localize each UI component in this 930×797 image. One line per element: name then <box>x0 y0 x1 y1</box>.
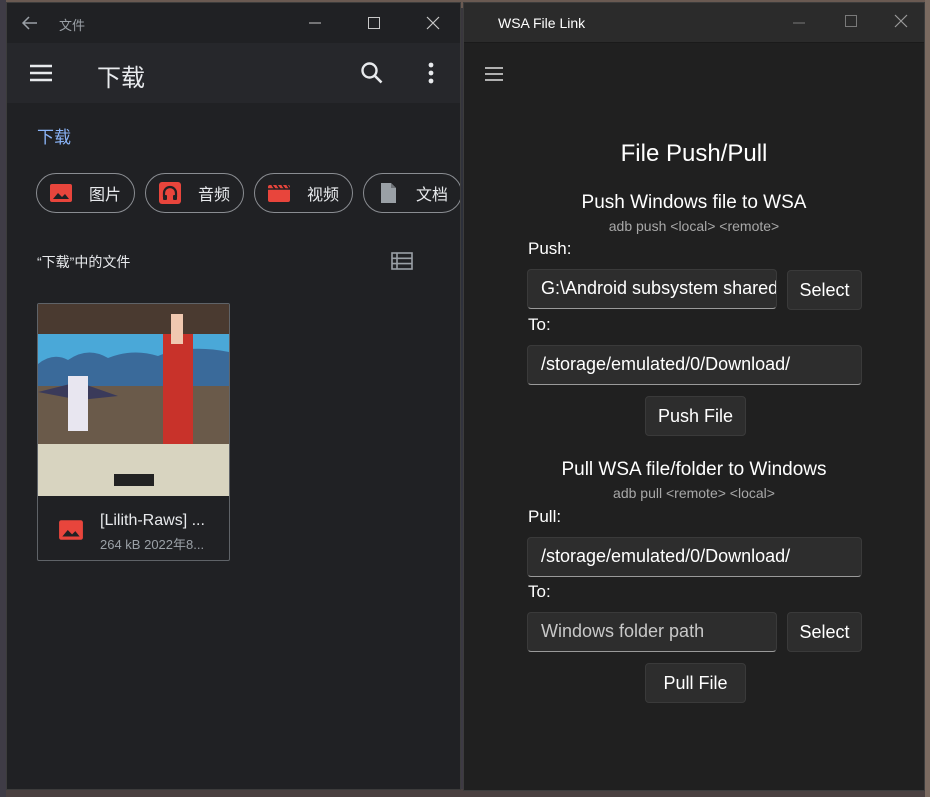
hamburger-menu-icon[interactable] <box>27 60 55 86</box>
pull-select-button[interactable]: Select <box>787 612 862 652</box>
push-select-button[interactable]: Select <box>787 270 862 310</box>
push-to-label: To: <box>528 315 551 334</box>
push-file-button[interactable]: Push File <box>645 396 746 436</box>
push-label: Push: <box>528 239 572 258</box>
headphones-icon <box>158 181 182 205</box>
pull-file-button[interactable]: Pull File <box>645 663 746 703</box>
image-icon <box>58 517 84 543</box>
chip-label: 视频 <box>307 187 340 204</box>
image-icon <box>49 181 73 205</box>
files-window: 文件 下载 下载 图片 音频 视频 文档 “下载”中的文件 [Lilith-Ra… <box>6 2 461 790</box>
file-card[interactable]: [Lilith-Raws] ... 264 kB 2022年8... <box>37 303 230 561</box>
chip-label: 音频 <box>198 187 231 204</box>
push-command-hint: adb push <local> <remote> <box>608 218 780 234</box>
window-title: 文件 <box>59 18 86 33</box>
pull-label: Pull: <box>528 507 562 526</box>
chip-label: 文档 <box>416 187 449 204</box>
section-label: “下载”中的文件 <box>37 254 131 270</box>
maximize-icon[interactable] <box>364 13 384 33</box>
breadcrumb[interactable]: 下载 <box>37 123 71 148</box>
more-vert-icon[interactable] <box>421 60 441 86</box>
hamburger-menu-icon[interactable] <box>484 65 504 83</box>
chip-images[interactable]: 图片 <box>36 173 135 213</box>
page-title: 下载 <box>97 65 145 92</box>
chip-label: 图片 <box>89 187 122 204</box>
close-icon[interactable] <box>891 11 911 31</box>
push-section-title: Push Windows file to WSA <box>581 192 807 213</box>
wsa-window: WSA File Link File Push/Pull Push Window… <box>463 2 925 791</box>
minimize-icon[interactable] <box>305 13 325 33</box>
files-appbar: 下载 <box>7 43 460 103</box>
push-local-input[interactable]: G:\Android subsystem shared <box>527 269 777 309</box>
search-icon[interactable] <box>359 60 385 86</box>
filter-chips: 图片 音频 视频 文档 <box>36 173 460 213</box>
wsa-titlebar: WSA File Link <box>464 3 924 43</box>
pull-section-title: Pull WSA file/folder to Windows <box>561 459 827 480</box>
file-name: [Lilith-Raws] ... <box>100 512 205 529</box>
close-icon[interactable] <box>423 13 443 33</box>
document-icon <box>376 181 400 205</box>
chip-documents[interactable]: 文档 <box>363 173 460 213</box>
file-thumbnail <box>38 304 229 496</box>
arrow-back-icon[interactable] <box>19 12 41 34</box>
push-remote-input[interactable]: /storage/emulated/0/Download/ <box>527 345 862 385</box>
minimize-icon[interactable] <box>789 13 809 33</box>
list-view-icon[interactable] <box>390 249 414 273</box>
pull-remote-input[interactable]: /storage/emulated/0/Download/ <box>527 537 862 577</box>
chip-audio[interactable]: 音频 <box>145 173 244 213</box>
files-titlebar: 文件 <box>7 3 460 43</box>
chip-video[interactable]: 视频 <box>254 173 353 213</box>
movie-icon <box>267 181 291 205</box>
pull-command-hint: adb pull <remote> <local> <box>613 485 775 501</box>
page-heading: File Push/Pull <box>620 140 768 167</box>
window-title: WSA File Link <box>498 15 586 31</box>
pull-local-input[interactable]: Windows folder path <box>527 612 777 652</box>
file-meta: 264 kB 2022年8... <box>100 537 205 552</box>
maximize-icon[interactable] <box>841 11 861 31</box>
pull-to-label: To: <box>528 582 551 601</box>
